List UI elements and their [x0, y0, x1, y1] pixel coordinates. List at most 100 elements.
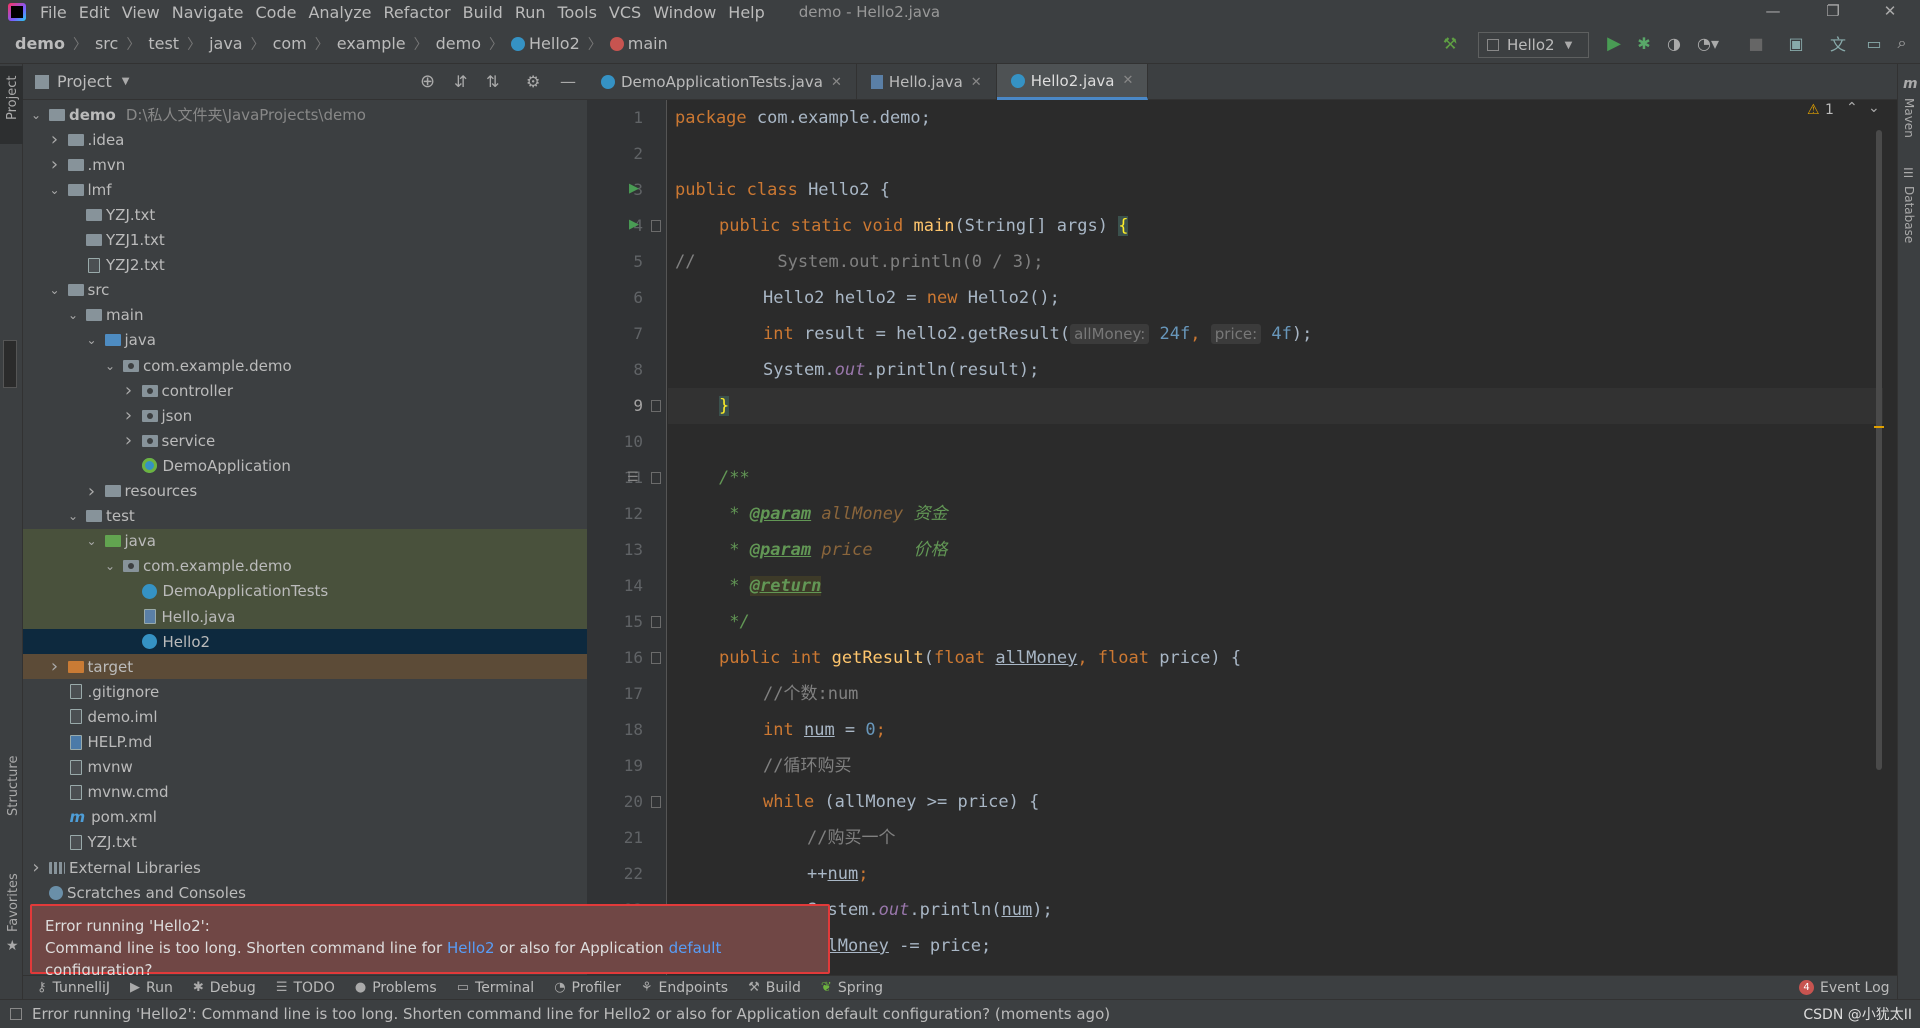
tree-item[interactable]: HELP.md	[23, 730, 587, 755]
terminal-icon[interactable]: ▭	[1862, 30, 1886, 56]
default-config-link[interactable]: default	[669, 939, 722, 957]
tree-item[interactable]: ⌄ java	[23, 328, 587, 353]
fold-icon[interactable]	[651, 220, 661, 232]
tree-item[interactable]: › resources	[23, 479, 587, 504]
chevron-down-icon[interactable]: ⌄	[103, 559, 117, 573]
tab-hello2-java[interactable]: Hello2.java ✕	[996, 64, 1149, 100]
tree-item[interactable]: YZJ.txt	[23, 830, 587, 855]
coverage-icon[interactable]: ◑	[1662, 30, 1686, 56]
chevron-up-icon[interactable]: ⌃	[1846, 100, 1858, 116]
tree-item[interactable]: › service	[23, 428, 587, 453]
tree-item[interactable]: Hello2	[23, 629, 587, 655]
chevron-down-icon[interactable]: ▼	[122, 76, 130, 87]
fold-icon[interactable]	[651, 472, 661, 484]
hello2-link[interactable]: Hello2	[447, 939, 495, 957]
chevron-down-icon[interactable]: ⌄	[85, 333, 99, 347]
tree-item[interactable]: YZJ2.txt	[23, 253, 587, 278]
run-gutter-icon[interactable]: ▶	[629, 181, 639, 196]
project-stripe-label[interactable]: Project	[5, 76, 20, 120]
breadcrumb-item[interactable]: example	[337, 34, 406, 53]
chevron-right-icon[interactable]: ›	[122, 430, 136, 451]
tree-item[interactable]: ⌄ test	[23, 504, 587, 529]
maven-stripe-label[interactable]: Maven	[1902, 98, 1916, 138]
warning-count[interactable]: 1	[1825, 102, 1834, 118]
tree-item[interactable]: › .mvn	[23, 152, 587, 177]
fold-icon[interactable]	[651, 796, 661, 808]
tree-item[interactable]: ⌄ lmf	[23, 177, 587, 202]
collapse-all-icon[interactable]: ⇅	[486, 72, 499, 91]
run-gutter-icon[interactable]: ▶	[629, 217, 639, 232]
chevron-down-icon[interactable]: ⌄	[66, 308, 80, 322]
tree-item[interactable]: YZJ1.txt	[23, 228, 587, 253]
tree-item[interactable]: ⌄ java	[23, 528, 587, 554]
translate-icon[interactable]: 文	[1826, 30, 1850, 56]
chevron-down-icon[interactable]: ⌄	[1868, 100, 1880, 116]
favorites-stripe-label[interactable]: Favorites	[6, 873, 21, 932]
database-stripe-label[interactable]: Database	[1902, 186, 1916, 243]
tree-item[interactable]: ⌄ demo D:\私人文件夹\JavaProjects\demo	[23, 102, 587, 127]
hide-icon[interactable]: —	[560, 72, 576, 91]
fold-icon[interactable]	[651, 652, 661, 664]
fold-icon[interactable]	[651, 400, 661, 412]
tool-terminal[interactable]: ▭ Terminal	[457, 980, 534, 996]
chevron-right-icon[interactable]: ›	[29, 857, 43, 878]
tree-item[interactable]: › .idea	[23, 127, 587, 152]
tree-item[interactable]: ⌄ com.example.demo	[23, 553, 587, 579]
chevron-right-icon[interactable]: ›	[48, 656, 62, 677]
status-message[interactable]: Error running 'Hello2': Command line is …	[32, 1005, 1110, 1023]
menu-vcs[interactable]: VCS	[605, 3, 649, 22]
debug-icon[interactable]: ✱	[1632, 30, 1656, 56]
profile-icon[interactable]: ◔▾	[1692, 30, 1724, 56]
chevron-right-icon[interactable]: ›	[122, 380, 136, 401]
chevron-down-icon[interactable]: ⌄	[85, 534, 99, 548]
fold-icon[interactable]	[651, 616, 661, 628]
tool-tunnellij[interactable]: ⚷ TunnelliJ	[37, 980, 110, 996]
project-panel-title[interactable]: Project	[57, 72, 112, 91]
gear-icon[interactable]: ⚙	[526, 72, 540, 91]
tool-event-log[interactable]: 4 Event Log	[1799, 980, 1890, 996]
tool-build[interactable]: ⚒ Build	[748, 980, 801, 996]
menu-run[interactable]: Run	[511, 3, 554, 22]
build-hammer-icon[interactable]: ⚒	[1438, 30, 1462, 56]
star-icon[interactable]: ★	[6, 938, 19, 954]
tree-item[interactable]: › target	[23, 654, 587, 680]
chevron-down-icon[interactable]: ⌄	[29, 108, 43, 122]
chevron-down-icon[interactable]: ⌄	[48, 283, 62, 297]
tool-endpoints[interactable]: ⚘ Endpoints	[641, 980, 728, 996]
structure-stripe-label[interactable]: Structure	[6, 756, 21, 816]
close-icon[interactable]: ✕	[831, 75, 842, 90]
tool-todo[interactable]: ☰ TODO	[276, 980, 335, 996]
tree-item[interactable]: .gitignore	[23, 679, 587, 704]
tree-item[interactable]: m pom.xml	[23, 805, 587, 830]
menu-refactor[interactable]: Refactor	[380, 3, 459, 22]
tab-demoapplicationtests[interactable]: DemoApplicationTests.java ✕	[587, 64, 857, 100]
menu-help[interactable]: Help	[724, 3, 772, 22]
tree-item[interactable]: mvnw.cmd	[23, 780, 587, 805]
tree-item[interactable]: › External Libraries	[23, 855, 587, 880]
database-icon[interactable]: ☰	[1903, 166, 1914, 180]
tree-item[interactable]: › controller	[23, 378, 587, 403]
close-icon[interactable]: ✕	[971, 75, 982, 90]
locate-icon[interactable]: ⊕	[420, 71, 435, 92]
breadcrumb-item[interactable]: demo	[436, 34, 481, 53]
stop-icon[interactable]: ■	[1744, 30, 1768, 56]
menu-analyze[interactable]: Analyze	[304, 3, 379, 22]
chevron-right-icon[interactable]: ›	[122, 405, 136, 426]
search-icon[interactable]: ⌕	[1890, 30, 1914, 56]
tree-item[interactable]: demo.iml	[23, 704, 587, 729]
scrollbar[interactable]	[1876, 130, 1882, 770]
breadcrumb-item[interactable]: test	[148, 34, 179, 53]
minimize-icon[interactable]: —	[1750, 0, 1796, 24]
menu-tools[interactable]: Tools	[554, 3, 605, 22]
breadcrumb-item[interactable]: com	[273, 34, 307, 53]
expand-all-icon[interactable]: ⇵	[454, 72, 467, 91]
tree-item[interactable]: Hello.java	[23, 604, 587, 629]
run-icon[interactable]: ▶	[1602, 30, 1626, 56]
tree-item[interactable]: Scratches and Consoles	[23, 880, 587, 905]
run-config-select[interactable]: Hello2 ▼	[1478, 32, 1589, 58]
tab-hello-java[interactable]: Hello.java ✕	[857, 64, 997, 100]
tree-item[interactable]: ⌄ com.example.demo	[23, 353, 587, 378]
warning-marker[interactable]	[1874, 426, 1884, 428]
error-notification[interactable]: Error running 'Hello2': Command line is …	[30, 904, 830, 979]
chevron-down-icon[interactable]: ⌄	[66, 509, 80, 523]
